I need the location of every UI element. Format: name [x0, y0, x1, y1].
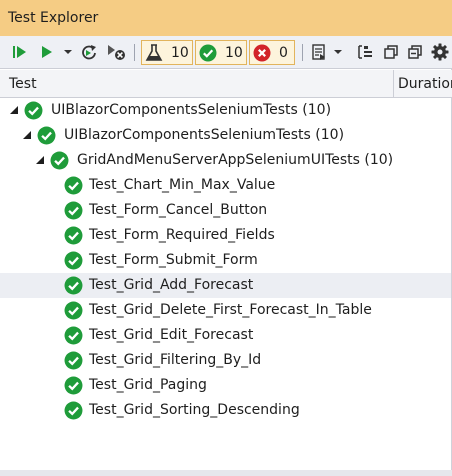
tree-node-count: (10) — [315, 127, 345, 143]
column-header: Test Duration — [0, 70, 452, 98]
tree-node[interactable]: UIBlazorComponentsSeleniumTests (10) — [0, 123, 451, 148]
test-row[interactable]: Test_Form_Submit_Form — [0, 248, 451, 273]
passed-icon — [64, 326, 83, 345]
run-all-button[interactable] — [8, 40, 32, 64]
tree-node-count: (10) — [364, 152, 394, 168]
run-button[interactable] — [36, 40, 58, 64]
toolbar: 10 10 0 — [0, 36, 452, 69]
test-row[interactable]: Test_Form_Required_Fields — [0, 223, 451, 248]
run-dropdown-button[interactable] — [62, 40, 74, 64]
failed-count: 0 — [279, 44, 288, 61]
passed-icon — [64, 401, 83, 420]
passed-icon — [24, 101, 43, 120]
duration-column-header[interactable]: Duration — [398, 76, 452, 92]
passed-icon — [199, 44, 217, 61]
passed-count: 10 — [225, 44, 243, 61]
title-bar: Test Explorer — [0, 0, 452, 36]
tree-node[interactable]: UIBlazorComponentsSeleniumTests (10) — [0, 98, 451, 123]
passed-icon — [50, 151, 69, 170]
test-row[interactable]: Test_Grid_Delete_First_Forecast_In_Table — [0, 298, 451, 323]
repeat-last-run-button[interactable] — [78, 40, 100, 64]
dropdown-icon — [334, 50, 342, 54]
toolbar-separator — [134, 44, 135, 61]
tree-node-count: (10) — [302, 102, 332, 118]
test-row[interactable]: Test_Chart_Min_Max_Value — [0, 173, 451, 198]
test-name: Test_Grid_Paging — [89, 377, 207, 393]
expanded-arrow-icon[interactable] — [10, 106, 19, 115]
passed-tests-filter[interactable]: 10 — [195, 40, 247, 65]
tree-node-label: UIBlazorComponentsSeleniumTests — [64, 127, 311, 143]
collapse-all-icon — [408, 45, 422, 59]
test-name: Test_Grid_Filtering_By_Id — [89, 352, 262, 368]
run-all-icon — [13, 46, 26, 58]
test-name: Test_Form_Required_Fields — [89, 227, 275, 243]
test-explorer-window: Test Explorer 10 10 0 Test Duratio UIBla… — [0, 0, 452, 476]
passed-icon — [64, 226, 83, 245]
horizontal-scrollbar[interactable] — [0, 470, 452, 476]
cancel-run-button[interactable] — [104, 40, 128, 64]
test-name: Test_Chart_Min_Max_Value — [89, 177, 276, 193]
passed-icon — [64, 276, 83, 295]
passed-icon — [64, 301, 83, 320]
test-row[interactable]: Test_Grid_Edit_Forecast — [0, 323, 451, 348]
run-icon — [42, 46, 52, 58]
playlist-icon — [312, 44, 325, 60]
test-name: Test_Form_Submit_Form — [89, 252, 258, 268]
passed-icon — [64, 351, 83, 370]
settings-icon — [431, 43, 449, 61]
passed-icon — [64, 201, 83, 220]
total-tests-filter[interactable]: 10 — [141, 40, 193, 65]
test-name: Test_Grid_Edit_Forecast — [89, 327, 254, 343]
expanded-arrow-icon[interactable] — [36, 156, 45, 165]
window-title: Test Explorer — [8, 10, 99, 26]
column-divider[interactable] — [393, 70, 394, 97]
tree-node[interactable]: GridAndMenuServerAppSeleniumUITests (10) — [0, 148, 451, 173]
passed-icon — [64, 251, 83, 270]
test-column-header[interactable]: Test — [9, 76, 37, 92]
group-by-icon — [358, 45, 372, 59]
test-row[interactable]: Test_Grid_Filtering_By_Id — [0, 348, 451, 373]
dropdown-icon — [64, 50, 72, 54]
tree-node-label: GridAndMenuServerAppSeleniumUITests — [77, 152, 360, 168]
cancel-run-icon — [108, 45, 125, 60]
expand-all-button[interactable] — [380, 40, 402, 64]
passed-icon — [64, 176, 83, 195]
tree-node-label: UIBlazorComponentsSeleniumTests — [51, 102, 298, 118]
failed-tests-filter[interactable]: 0 — [249, 40, 295, 65]
collapse-all-button[interactable] — [404, 40, 426, 64]
passed-icon — [64, 376, 83, 395]
total-count: 10 — [171, 44, 189, 61]
passed-icon — [37, 126, 56, 145]
test-row[interactable]: Test_Grid_Add_Forecast — [0, 273, 451, 298]
test-row[interactable]: Test_Grid_Paging — [0, 373, 451, 398]
playlist-button[interactable] — [308, 40, 330, 64]
flask-icon — [145, 43, 163, 61]
settings-button[interactable] — [429, 40, 451, 64]
test-row[interactable]: Test_Grid_Sorting_Descending — [0, 398, 451, 423]
toolbar-separator — [302, 44, 303, 61]
playlist-dropdown-button[interactable] — [332, 40, 344, 64]
test-name: Test_Form_Cancel_Button — [89, 202, 268, 218]
repeat-run-icon — [82, 45, 96, 60]
test-name: Test_Grid_Delete_First_Forecast_In_Table — [89, 302, 372, 318]
expanded-arrow-icon[interactable] — [23, 131, 32, 140]
expand-all-icon — [384, 45, 398, 59]
test-row[interactable]: Test_Form_Cancel_Button — [0, 198, 451, 223]
failed-icon — [253, 44, 271, 61]
test-name: Test_Grid_Add_Forecast — [89, 277, 254, 293]
group-by-button[interactable] — [354, 40, 376, 64]
test-name: Test_Grid_Sorting_Descending — [89, 402, 300, 418]
